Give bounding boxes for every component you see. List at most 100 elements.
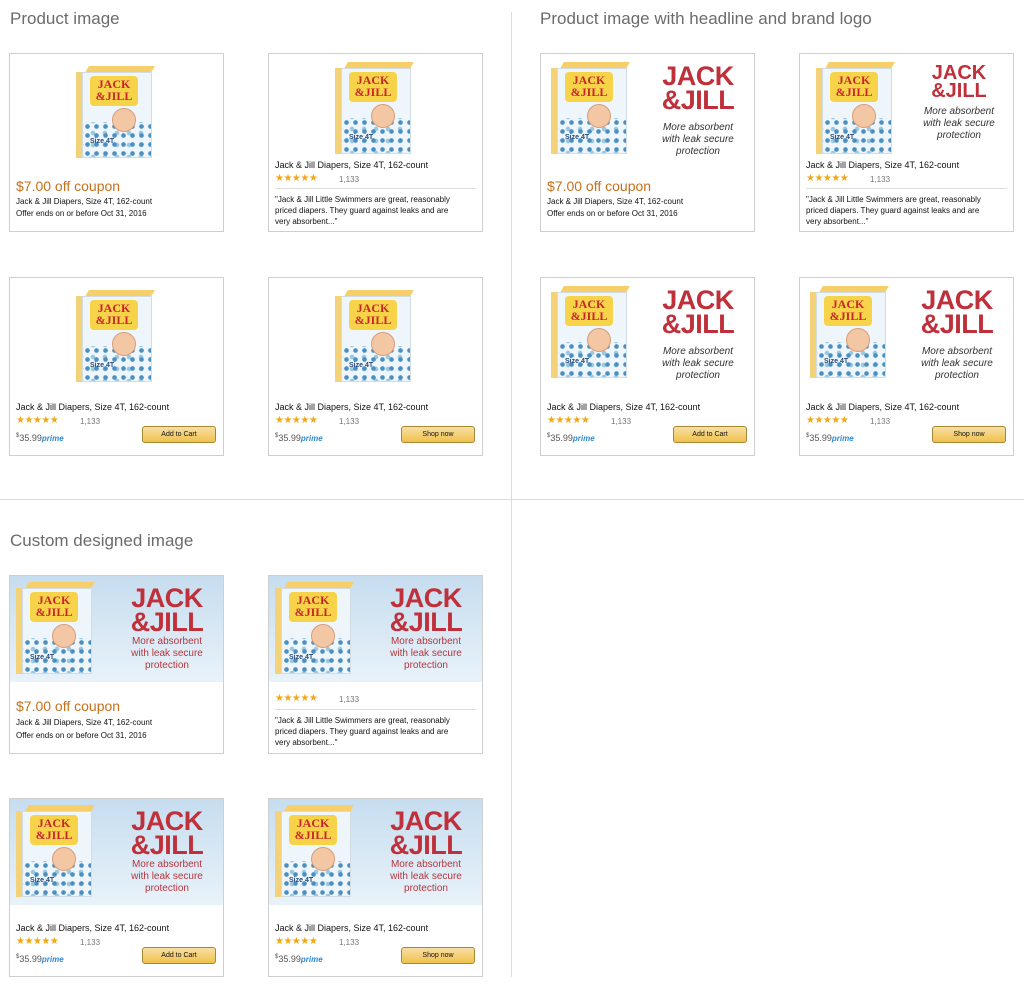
divider: [275, 709, 476, 710]
coupon-product-line: Jack & Jill Diapers, Size 4T, 162-count: [547, 197, 684, 206]
prime-icon: prime: [300, 434, 323, 443]
ad-card-add-to-cart-logo[interactable]: JACK &JILL Size 4T JACK &JILL More absorbe…: [540, 277, 755, 456]
rating-count: 1,133: [339, 938, 360, 947]
product-box-image: JACK &JILL Size 4T: [275, 580, 359, 678]
shop-now-button[interactable]: Shop now: [401, 947, 475, 964]
rating-count: 1,133: [870, 417, 891, 426]
product-box-image: JACK &JILL Size 4T: [816, 60, 900, 158]
coupon-headline: $7.00 off coupon: [547, 178, 652, 194]
product-title: Jack & Jill Diapers, Size 4T, 162-count: [547, 402, 701, 412]
rating-stars-icon: ★★★★★: [16, 415, 59, 426]
product-price: $35.99prime: [547, 433, 595, 443]
headline-tagline: More absorbent with leak secure protection: [662, 346, 734, 381]
rating-count: 1,133: [80, 938, 101, 947]
product-title: Jack & Jill Diapers, Size 4T, 162-count: [16, 923, 170, 933]
ad-card-add-to-cart-custom[interactable]: JACK &JILL Size 4T JACK &JILL More absorbe…: [9, 798, 224, 977]
add-to-cart-button[interactable]: Add to Cart: [673, 426, 747, 443]
rating-stars-icon: ★★★★★: [275, 415, 318, 426]
brand-logo: JACK &JILL: [389, 806, 463, 860]
product-title: Jack & Jill Diapers, Size 4T, 162-count: [275, 923, 429, 933]
ad-card-shop-now[interactable]: JACK &JILL Size 4T Jack & Jill Diapers, S…: [268, 277, 483, 456]
horizontal-divider: [0, 499, 1024, 500]
ad-card-shop-now-logo[interactable]: JACK &JILL Size 4T JACK &JILL More absorbe…: [799, 277, 1014, 456]
rating-count: 1,133: [611, 417, 632, 426]
headline-tagline: More absorbent with leak secure protection: [390, 859, 462, 894]
rating-stars-icon: ★★★★★: [806, 173, 849, 184]
prime-icon: prime: [300, 955, 323, 964]
review-quote: "Jack & Jill Little Swimmers are great, …: [275, 195, 450, 226]
divider: [275, 188, 476, 189]
product-box-image: JACK &JILL Size 4T: [275, 803, 359, 901]
prime-icon: prime: [41, 955, 64, 964]
brand-logo: JACK &JILL: [130, 806, 204, 860]
ad-card-coupon-logo[interactable]: JACK &JILL Size 4T JACK &JILL More absorbe…: [540, 53, 755, 232]
product-price: $35.99prime: [16, 433, 64, 443]
headline-tagline: More absorbent with leak secure protection: [390, 636, 462, 671]
rating-stars-icon: ★★★★★: [806, 415, 849, 426]
ad-card-coupon[interactable]: JACK &JILL Size 4T $7.00 off coupon Jack …: [9, 53, 224, 232]
custom-banner: JACK &JILL Size 4T JACK &JILL More absorbe…: [10, 576, 223, 682]
section-title-headline-logo: Product image with headline and brand lo…: [540, 9, 872, 28]
rating-stars-icon: ★★★★★: [275, 936, 318, 947]
add-to-cart-button[interactable]: Add to Cart: [142, 947, 216, 964]
product-box-image: JACK &JILL Size 4T: [551, 284, 635, 382]
custom-banner: JACK &JILL Size 4T JACK &JILL More absorbe…: [269, 799, 482, 905]
add-to-cart-button[interactable]: Add to Cart: [142, 426, 216, 443]
rating-stars-icon: ★★★★★: [275, 173, 318, 184]
rating-count: 1,133: [870, 175, 891, 184]
rating-count: 1,133: [339, 695, 360, 704]
coupon-expiry: Offer ends on or before Oct 31, 2016: [16, 731, 147, 740]
product-box-image: JACK &JILL Size 4T: [76, 288, 160, 386]
coupon-product-line: Jack & Jill Diapers, Size 4T, 162-count: [16, 718, 153, 727]
shop-now-button[interactable]: Shop now: [932, 426, 1006, 443]
product-box-image: JACK &JILL Size 4T: [16, 580, 100, 678]
ad-card-add-to-cart[interactable]: JACK &JILL Size 4T Jack & Jill Diapers, S…: [9, 277, 224, 456]
review-quote: "Jack & Jill Little Swimmers are great, …: [275, 716, 450, 747]
rating-count: 1,133: [339, 175, 360, 184]
headline-tagline: More absorbent with leak secure protection: [131, 859, 203, 894]
ad-card-shop-now-custom[interactable]: JACK &JILL Size 4T JACK &JILL More absorbe…: [268, 798, 483, 977]
product-price: $35.99prime: [16, 954, 64, 964]
prime-icon: prime: [41, 434, 64, 443]
product-box-image: JACK &JILL Size 4T: [810, 284, 894, 382]
product-box-image: JACK &JILL Size 4T: [16, 803, 100, 901]
product-box-image: JACK &JILL Size 4T: [335, 288, 419, 386]
product-title: Jack & Jill Diapers, Size 4T, 162-count: [275, 160, 429, 170]
ad-card-review[interactable]: JACK &JILL Size 4T Jack & Jill Diapers, S…: [268, 53, 483, 232]
brand-logo: JACK &JILL: [389, 583, 463, 637]
coupon-headline: $7.00 off coupon: [16, 178, 121, 194]
rating-stars-icon: ★★★★★: [547, 415, 590, 426]
brand-logo: JACK &JILL: [130, 583, 204, 637]
product-title: Jack & Jill Diapers, Size 4T, 162-count: [806, 160, 960, 170]
brand-logo: JACK &JILL: [661, 285, 735, 339]
divider: [806, 188, 1007, 189]
product-title: Jack & Jill Diapers, Size 4T, 162-count: [275, 402, 429, 412]
ad-card-review-custom[interactable]: JACK &JILL Size 4T JACK &JILL More absorbe…: [268, 575, 483, 754]
coupon-expiry: Offer ends on or before Oct 31, 2016: [16, 209, 147, 218]
prime-icon: prime: [831, 434, 854, 443]
rating-count: 1,133: [339, 417, 360, 426]
rating-count: 1,133: [80, 417, 101, 426]
section-title-product-image: Product image: [10, 9, 120, 28]
product-box-image: JACK &JILL Size 4T: [551, 60, 635, 158]
ad-card-coupon-custom[interactable]: JACK &JILL Size 4T JACK &JILL More absorbe…: [9, 575, 224, 754]
brand-logo: JACK &JILL: [661, 61, 735, 115]
product-price: $35.99prime: [806, 433, 854, 443]
product-price: $35.99prime: [275, 433, 323, 443]
headline-tagline: More absorbent with leak secure protection: [662, 122, 734, 157]
rating-stars-icon: ★★★★★: [275, 693, 318, 704]
product-box-image: JACK &JILL Size 4T: [335, 60, 419, 158]
product-box-image: JACK &JILL Size 4T: [76, 64, 160, 162]
coupon-expiry: Offer ends on or before Oct 31, 2016: [547, 209, 678, 218]
rating-stars-icon: ★★★★★: [16, 936, 59, 947]
shop-now-button[interactable]: Shop now: [401, 426, 475, 443]
custom-banner: JACK &JILL Size 4T JACK &JILL More absorbe…: [269, 576, 482, 682]
brand-logo: JACK &JILL: [931, 62, 987, 102]
ad-card-review-logo[interactable]: JACK &JILL Size 4T JACK &JILL More absorbe…: [799, 53, 1014, 232]
headline-tagline: More absorbent with leak secure protection: [131, 636, 203, 671]
section-title-custom-designed: Custom designed image: [10, 531, 194, 550]
product-title: Jack & Jill Diapers, Size 4T, 162-count: [16, 402, 170, 412]
product-title: Jack & Jill Diapers, Size 4T, 162-count: [806, 402, 960, 412]
review-quote: "Jack & Jill Little Swimmers are great, …: [806, 195, 981, 226]
product-price: $35.99prime: [275, 954, 323, 964]
